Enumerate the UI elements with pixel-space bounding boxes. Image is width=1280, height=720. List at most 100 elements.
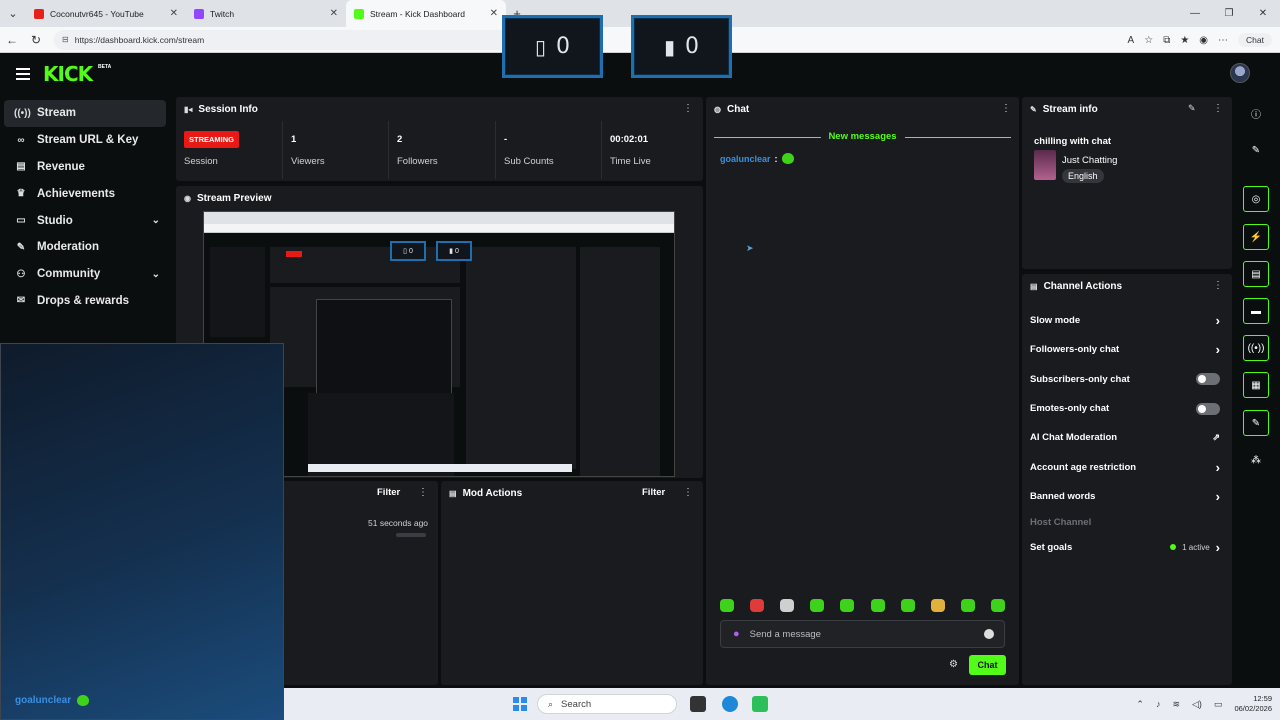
new-messages-label[interactable]: New messages [820, 131, 905, 142]
close-tab-icon[interactable]: ✕ [330, 8, 338, 19]
lightning-icon[interactable]: ⚡ [1243, 224, 1269, 250]
site-info-icon[interactable]: ⊟ [62, 35, 69, 44]
chevron-down-icon[interactable]: ⌄ [152, 269, 160, 280]
chevron-right-icon[interactable]: › [1216, 342, 1220, 357]
send-chat-button[interactable]: Chat [969, 655, 1006, 675]
volume-icon[interactable]: ◁) [1192, 699, 1202, 710]
close-tab-icon[interactable]: ✕ [170, 8, 178, 19]
browser-tab-youtube[interactable]: Coconutvr645 - YouTube ✕ [26, 0, 186, 27]
kebab-menu-icon[interactable]: ⋮ [683, 103, 693, 114]
quick-emote-icon[interactable] [810, 599, 825, 612]
subscribers-only-toggle[interactable] [1196, 373, 1220, 386]
category-thumbnail[interactable] [1034, 150, 1056, 180]
menu-icon[interactable] [16, 68, 30, 80]
action-followers-only-chat[interactable]: Followers-only chat › [1030, 335, 1224, 364]
microphone-tray-icon[interactable]: ♪ [1156, 699, 1161, 709]
broadcast-icon[interactable]: ((•)) [1243, 335, 1269, 361]
action-set-goals[interactable]: Set goals 1 active › [1030, 533, 1224, 562]
chat-bubble-icon[interactable]: ▬ [1243, 298, 1269, 324]
quick-emote-icon[interactable] [900, 599, 915, 612]
more-icon[interactable]: ⋯ [1218, 35, 1228, 46]
edit-pencil-icon[interactable]: ✎ [1188, 103, 1196, 114]
stream-category[interactable]: Just Chatting [1062, 155, 1117, 166]
quick-emote-icon[interactable] [840, 599, 855, 612]
chat-username[interactable]: goalunclear [720, 154, 771, 164]
quick-emote-icon[interactable] [780, 599, 795, 612]
browser-tab-twitch[interactable]: Twitch ✕ [186, 0, 346, 27]
chat-message-input[interactable]: ● Send a message [720, 620, 1005, 648]
action-account-age-restriction[interactable]: Account age restriction › [1030, 453, 1224, 482]
browser-tab-kick[interactable]: Stream - Kick Dashboard ✕ [346, 0, 506, 27]
close-window-icon[interactable]: ✕ [1246, 0, 1280, 27]
kebab-menu-icon[interactable]: ⋮ [1001, 103, 1011, 114]
notes-icon[interactable]: ▤ [1243, 261, 1269, 287]
sidebar-item-revenue[interactable]: ▤ Revenue [4, 154, 166, 181]
tray-overflow-icon[interactable]: ⌃ [1136, 699, 1144, 710]
community-nodes-icon[interactable]: ⁂ [1243, 447, 1269, 473]
sidebar-item-stream-url-key[interactable]: ∞ Stream URL & Key [4, 127, 166, 154]
quick-emote-icon[interactable] [990, 599, 1005, 612]
back-icon[interactable]: ← [0, 33, 24, 47]
quick-emote-icon[interactable] [720, 599, 734, 612]
read-aloud-icon[interactable]: A [1128, 35, 1135, 46]
microphone-icon[interactable]: ● [733, 628, 740, 640]
chevron-right-icon[interactable]: › [1216, 540, 1220, 555]
taskbar-clock[interactable]: 12:59 06/02/2026 [1234, 694, 1272, 714]
wifi-icon[interactable]: ≋ [1172, 699, 1180, 710]
quick-emote-icon[interactable] [960, 599, 975, 612]
layout-icon[interactable]: ▦ [1243, 372, 1269, 398]
action-subscribers-only-chat[interactable]: Subscribers-only chat [1030, 365, 1224, 394]
restore-icon[interactable]: ❐ [1212, 0, 1246, 27]
info-icon[interactable]: ⓘ [1243, 100, 1269, 126]
filter-button[interactable]: Filter [642, 487, 665, 498]
sidebar-item-community[interactable]: ⚇ Community ⌄ [4, 261, 166, 288]
sidebar-item-achievements[interactable]: ♛ Achievements [4, 180, 166, 207]
chat-settings-gear-icon[interactable]: ⚙ [949, 659, 958, 670]
quick-emote-icon[interactable] [750, 599, 765, 612]
action-banned-words[interactable]: Banned words › [1030, 482, 1224, 511]
emotes-only-toggle[interactable] [1196, 402, 1220, 415]
chat-overlay-window[interactable]: goalunclear [0, 343, 284, 720]
kebab-menu-icon[interactable]: ⋮ [683, 487, 693, 498]
battery-icon[interactable]: ▭ [1214, 699, 1223, 710]
sidebar-item-studio[interactable]: ▭ Studio ⌄ [4, 207, 166, 234]
edge-browser-icon[interactable] [722, 696, 738, 712]
edit-icon[interactable]: ✎ [1243, 137, 1269, 163]
kick-logo[interactable]: KICK [43, 62, 93, 86]
external-link-icon[interactable]: ⇗ [1212, 432, 1220, 443]
refresh-icon[interactable]: ↻ [24, 33, 48, 47]
close-tab-icon[interactable]: ✕ [490, 8, 498, 19]
task-view-icon[interactable] [690, 696, 706, 712]
quick-emote-icon[interactable] [870, 599, 885, 612]
chevron-right-icon[interactable]: › [1216, 489, 1220, 504]
windows-start-icon[interactable] [513, 697, 527, 711]
address-bar[interactable]: ⊟ https://dashboard.kick.com/stream [54, 29, 554, 50]
sidebar-item-stream[interactable]: ((•)) Stream [4, 100, 166, 127]
action-slow-mode[interactable]: Slow mode › [1030, 306, 1224, 335]
action-ai-chat-moderation[interactable]: AI Chat Moderation ⇗ [1030, 423, 1224, 452]
taskbar-search[interactable]: ⌕ Search [537, 694, 677, 714]
chevron-down-icon[interactable]: ⌄ [152, 215, 160, 226]
app-icon[interactable] [752, 696, 768, 712]
filter-button[interactable]: Filter [377, 487, 400, 498]
copilot-chat-button[interactable]: Chat [1238, 33, 1272, 47]
extensions-icon[interactable]: ⧉ [1163, 35, 1170, 46]
profile-icon[interactable]: ◉ [1199, 35, 1208, 46]
screenshot-icon[interactable]: ◎ [1243, 186, 1269, 212]
sidebar-item-drops-rewards[interactable]: ✉ Drops & rewards [4, 288, 166, 315]
favorite-star-icon[interactable]: ☆ [1144, 35, 1153, 46]
favorites-icon[interactable]: ★ [1180, 35, 1189, 46]
quick-emote-icon[interactable] [930, 599, 945, 612]
kebab-menu-icon[interactable]: ⋮ [418, 487, 428, 498]
tab-list-chevron-icon[interactable]: ⌄ [0, 0, 26, 27]
chevron-right-icon[interactable]: › [1216, 313, 1220, 328]
wrench-icon[interactable]: ✎ [1243, 410, 1269, 436]
action-emotes-only-chat[interactable]: Emotes-only chat [1030, 394, 1224, 423]
sidebar-item-moderation[interactable]: ✎ Moderation [4, 234, 166, 261]
kebab-menu-icon[interactable]: ⋮ [1213, 280, 1223, 291]
minimize-icon[interactable]: — [1178, 0, 1212, 27]
emoji-picker-icon[interactable] [984, 629, 994, 639]
chevron-right-icon[interactable]: › [1216, 460, 1220, 475]
kebab-menu-icon[interactable]: ⋮ [1213, 103, 1223, 114]
avatar[interactable] [1230, 63, 1250, 83]
